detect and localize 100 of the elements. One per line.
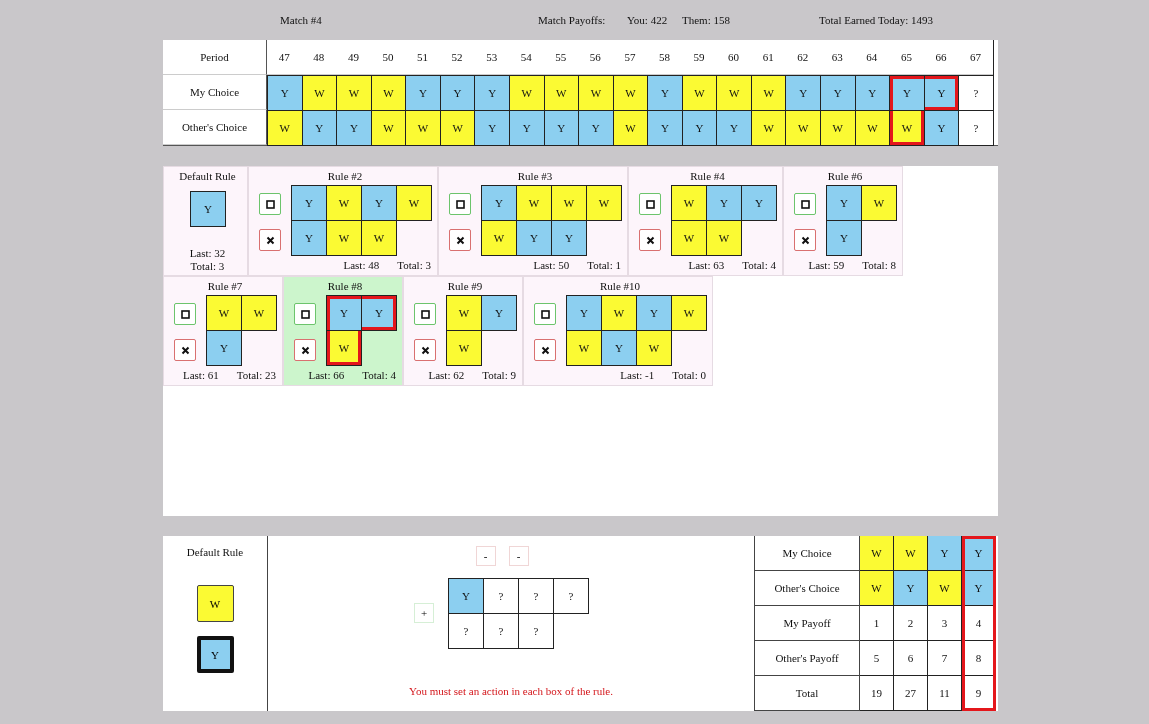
choice-cell: Y (647, 75, 683, 111)
keep-rule-button[interactable] (259, 193, 281, 215)
remove-column-button[interactable]: - (475, 546, 496, 566)
square-icon (300, 309, 310, 319)
square-icon (455, 199, 465, 209)
choice-cell: Y (551, 220, 587, 256)
table-cell: W (860, 571, 894, 606)
rule-title: Rule #6 (827, 170, 863, 182)
choice-cell: Y (923, 110, 960, 146)
total-text: Total: 0 (672, 369, 706, 381)
delete-rule-button[interactable] (639, 229, 661, 251)
delete-rule-button[interactable] (259, 229, 281, 251)
table-cell: W (860, 536, 894, 571)
choice-cell: W (267, 110, 303, 146)
your-payoff: You: 422 (627, 14, 669, 26)
choice-cell: Y (439, 75, 476, 111)
delete-rule-button[interactable] (449, 229, 471, 251)
rule-title: Rule #2 (327, 170, 363, 182)
remove-column-button[interactable]: - (508, 546, 529, 566)
rule-card[interactable]: Default Rule Y Last: 32 Total: 3 (163, 166, 248, 276)
total-text: Total: 8 (862, 259, 896, 271)
choice-cell: Y (481, 185, 517, 221)
choice-cell: Y (820, 75, 856, 111)
choice-cell: W (854, 110, 891, 146)
keep-rule-button[interactable] (639, 193, 661, 215)
choice-cell: W (508, 75, 545, 111)
rule-card[interactable]: Rule #3 Y W W W W Y Y Last: 50 Total: 1 (438, 166, 628, 276)
choice-cell: Y (543, 110, 580, 146)
choice-cell: Y (578, 110, 614, 146)
cross-icon (645, 235, 655, 245)
rule-card[interactable]: Rule #10 Y W Y W W Y W Last: -1 Total: 0 (523, 276, 713, 386)
choice-cell: Y (706, 185, 742, 221)
delete-rule-button[interactable] (794, 229, 816, 251)
last-period-text: Last: -1 (620, 369, 655, 381)
delete-rule-button[interactable] (174, 339, 196, 361)
default-rule-title: Default Rule (186, 546, 244, 558)
choice-cell: W (601, 295, 637, 331)
delete-rule-button[interactable] (414, 339, 436, 361)
choice-cell: Y (206, 330, 242, 366)
keep-rule-button[interactable] (174, 303, 196, 325)
choice-cell: W (681, 75, 718, 111)
choice-cell: Y (923, 75, 960, 111)
choice-cell: Y (681, 110, 718, 146)
table-cell: 7 (928, 641, 962, 676)
choice-cell: W (361, 220, 397, 256)
table-cell: Y (962, 536, 996, 571)
table-cell: Y (894, 571, 928, 606)
last-period-text: Last: 63 (688, 259, 725, 271)
choice-cell: Y (361, 295, 397, 331)
default-choice-button[interactable]: W (196, 585, 234, 622)
table-cell: 6 (894, 641, 928, 676)
rule-card[interactable]: Rule #8 Y Y W Last: 66 Total: 4 (283, 276, 403, 386)
cross-icon (180, 345, 190, 355)
choice-cell: Y (601, 330, 637, 366)
choice-cell: W (206, 295, 242, 331)
rule-card[interactable]: Rule #2 Y W Y W Y W W Last: 48 Total: 3 (248, 166, 438, 276)
default-choice-button[interactable]: Y (196, 636, 234, 673)
total-earned-text: Total Earned Today: 1493 (819, 14, 935, 26)
last-period-text: Last: 61 (183, 369, 219, 381)
add-row-button[interactable]: + (414, 603, 434, 623)
delete-rule-button[interactable] (294, 339, 316, 361)
payoffs-label: Match Payoffs: (538, 14, 607, 26)
total-text: Total: 3 (190, 260, 225, 273)
choice-cell: W (612, 110, 649, 146)
rule-card[interactable]: Rule #6 Y W Y Last: 59 Total: 8 (783, 166, 903, 276)
choice-cell: W (566, 330, 602, 366)
keep-rule-button[interactable] (414, 303, 436, 325)
rule-card[interactable]: Rule #4 W Y Y W W Last: 63 Total: 4 (628, 166, 783, 276)
choice-cell: Y (889, 75, 925, 111)
rule-title: Rule #9 (447, 280, 483, 292)
delete-rule-button[interactable] (534, 339, 556, 361)
choice-cell: W (241, 295, 277, 331)
choice-cell: W (706, 220, 742, 256)
rule-card[interactable]: Rule #7 W W Y Last: 61 Total: 23 (163, 276, 283, 386)
row-header: My Choice (163, 75, 267, 110)
choice-cell: Y (474, 75, 510, 111)
choice-cell: Y (474, 110, 510, 146)
choice-cell: Y (854, 75, 891, 111)
keep-rule-button[interactable] (294, 303, 316, 325)
choice-cell: ? (553, 578, 589, 614)
rule-card[interactable]: Rule #9 W Y W Last: 62 Total: 9 (403, 276, 523, 386)
square-icon (265, 199, 275, 209)
cross-icon (265, 235, 275, 245)
keep-rule-button[interactable] (794, 193, 816, 215)
choice-cell: W (543, 75, 580, 111)
choice-cell: W (326, 330, 362, 366)
choice-cell: W (481, 220, 517, 256)
choice-cell: W (671, 185, 707, 221)
choice-cell: Y (508, 110, 545, 146)
choice-cell: Y (336, 110, 372, 146)
choice-cell: W (516, 185, 552, 221)
cross-icon (455, 235, 465, 245)
choice-cell: Y (361, 185, 397, 221)
cross-icon (420, 345, 430, 355)
keep-rule-button[interactable] (534, 303, 556, 325)
square-icon (180, 309, 190, 319)
choice-cell: W (820, 110, 856, 146)
rule-title: Rule #8 (327, 280, 363, 292)
keep-rule-button[interactable] (449, 193, 471, 215)
choice-cell: W (446, 295, 482, 331)
